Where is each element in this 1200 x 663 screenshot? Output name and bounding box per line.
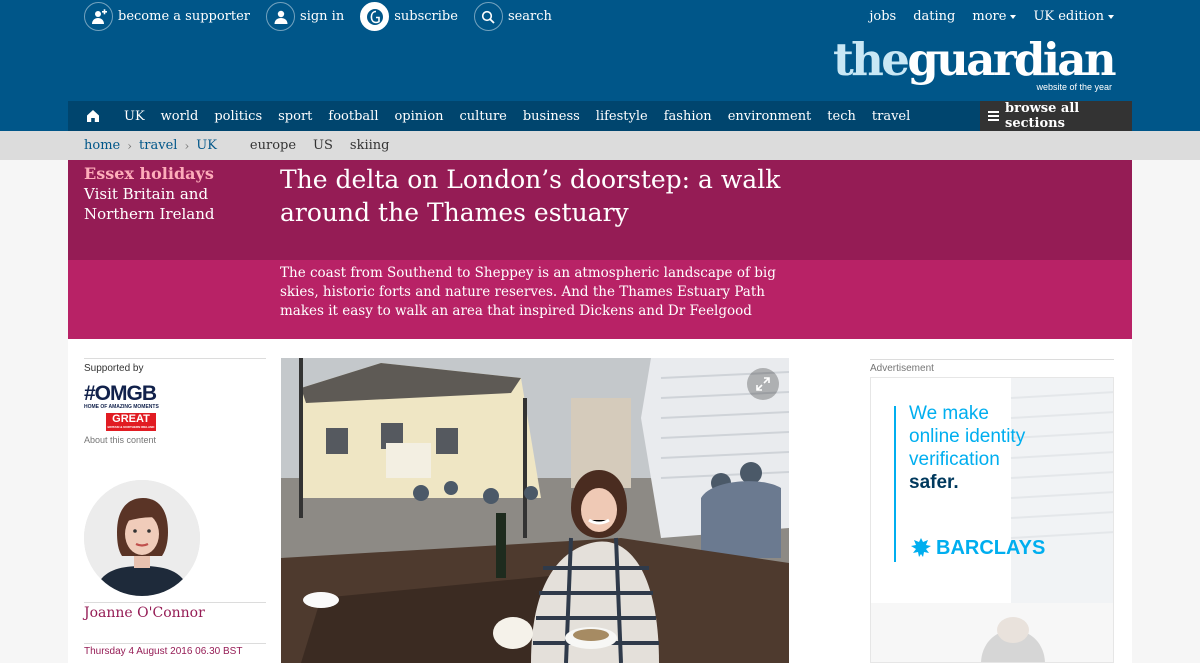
sign-in-link[interactable]: sign in (266, 2, 344, 31)
advertisement-banner[interactable]: ▷✕ We make online identity verification … (870, 377, 1114, 663)
edition-label: UK edition (1033, 9, 1104, 24)
ad-copy: We make online identity verification saf… (909, 402, 1025, 494)
ad-accent-bar (894, 406, 896, 562)
breadcrumb-home[interactable]: home (84, 138, 120, 153)
more-label: more (972, 9, 1007, 24)
article-standfirst: The coast from Southend to Sheppey is an… (280, 265, 776, 319)
subsection-skiing[interactable]: skiing (350, 138, 390, 153)
person-plus-icon (84, 2, 113, 31)
become-supporter-link[interactable]: become a supporter (84, 2, 250, 31)
author-avatar[interactable] (84, 480, 200, 596)
guardian-g-icon (360, 2, 390, 31)
menu-icon (988, 109, 999, 123)
author-name[interactable]: Joanne O'Connor (84, 605, 205, 621)
guardian-logo[interactable]: theguardian website of the year (832, 33, 1117, 93)
barclays-logo: BARCLAYS (909, 536, 1045, 560)
subscribe-link[interactable]: subscribe (360, 2, 458, 31)
divider (84, 602, 266, 603)
nav-item-culture[interactable]: culture (460, 109, 507, 124)
nav-item-environment[interactable]: environment (728, 109, 812, 124)
browse-label: browse all sections (1005, 101, 1080, 131)
nav-item-travel[interactable]: travel (872, 109, 910, 124)
utility-links: jobs dating more UK edition (852, 9, 1114, 24)
ad-line-4: safer. (909, 472, 959, 493)
eagle-icon (911, 538, 931, 557)
breadcrumb-uk[interactable]: UK (196, 138, 217, 153)
breadcrumb-travel[interactable]: travel (139, 138, 177, 153)
chevron-down-icon (1010, 14, 1017, 19)
become-supporter-label: become a supporter (118, 9, 251, 24)
nav-item-lifestyle[interactable]: lifestyle (596, 109, 648, 124)
subscribe-label: subscribe (394, 9, 458, 24)
chevron-down-icon (1108, 14, 1114, 19)
nav-item-tech[interactable]: tech (827, 109, 856, 124)
publish-date: Thursday 4 August 2016 06.30 BST (84, 646, 243, 657)
home-icon[interactable] (78, 101, 108, 131)
logo-guardian: guardian (907, 33, 1116, 86)
omgb-tagline: HOME OF AMAZING MOMENTS (84, 404, 159, 410)
great-label: GREAT (112, 413, 150, 425)
article-headline: The delta on London’s doorstep: a walk a… (280, 165, 781, 227)
search-link[interactable]: search (473, 2, 552, 31)
ad-line-2: online identity (909, 426, 1026, 447)
jobs-link[interactable]: jobs (869, 9, 896, 24)
supported-by-label: Supported by (84, 358, 266, 374)
great-logo: GREAT BRITAIN & NORTHERN IRELAND (106, 413, 156, 431)
nav-item-sport[interactable]: sport (278, 109, 312, 124)
ad-line-1: We make (909, 403, 989, 424)
nav-item-opinion[interactable]: opinion (394, 109, 443, 124)
search-label: search (507, 9, 552, 24)
dating-link[interactable]: dating (913, 9, 955, 24)
edition-menu[interactable]: UK edition (1033, 9, 1114, 24)
expand-icon[interactable] (747, 368, 779, 400)
series-label: Essex holidays Visit Britain and Norther… (84, 164, 274, 224)
sign-in-label: sign in (300, 9, 345, 24)
chevron-right-icon: › (184, 138, 190, 153)
subsection-us[interactable]: US (313, 138, 333, 153)
person-icon (266, 2, 296, 31)
barclays-label: BARCLAYS (936, 536, 1046, 559)
series-subtitle: Visit Britain and Northern Ireland (84, 185, 215, 223)
omgb-logo[interactable]: #OMGB (84, 383, 266, 404)
great-sublabel: BRITAIN & NORTHERN IRELAND (107, 425, 155, 429)
logo-the: the (832, 33, 910, 86)
divider (84, 643, 266, 644)
nav-item-football[interactable]: football (328, 109, 378, 124)
ad-line-3: verification (909, 449, 1000, 470)
about-this-content-link[interactable]: About this content (84, 435, 266, 445)
sponsor-box: Supported by #OMGB HOME OF AMAZING MOMEN… (84, 358, 266, 445)
advertisement-label: Advertisement (870, 359, 1114, 374)
chevron-right-icon: › (127, 138, 133, 153)
nav-item-politics[interactable]: politics (214, 109, 262, 124)
nav-item-uk[interactable]: UK (124, 109, 145, 124)
masthead: become a supporter sign in subscribe sea… (0, 0, 1200, 101)
browse-all-sections-button[interactable]: browse all sections (980, 101, 1132, 131)
main-navigation: UK world politics sport football opinion… (0, 101, 1200, 131)
main-image[interactable] (281, 358, 789, 663)
subsection-europe[interactable]: europe (250, 138, 296, 153)
series-title[interactable]: Essex holidays (84, 164, 274, 184)
more-menu[interactable]: more (972, 9, 1017, 24)
nav-item-world[interactable]: world (161, 109, 199, 124)
nav-item-fashion[interactable]: fashion (664, 109, 712, 124)
search-icon (473, 2, 503, 31)
top-links: become a supporter sign in subscribe sea… (84, 2, 568, 31)
subnavigation: home › travel › UK europe US skiing (0, 131, 1200, 160)
nav-item-business[interactable]: business (523, 109, 580, 124)
